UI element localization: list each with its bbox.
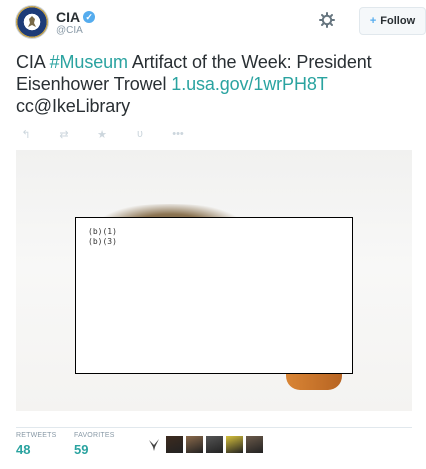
redaction-code: (b)(1) (b)(3) <box>88 227 117 246</box>
bird-avatar[interactable] <box>146 435 163 453</box>
user-handle[interactable]: @CIA <box>56 25 83 36</box>
reply-icon[interactable]: ↰ <box>16 127 36 141</box>
display-name[interactable]: CIA <box>56 9 80 25</box>
user-avatar-5[interactable] <box>246 435 263 453</box>
tweet-text-start: CIA <box>16 52 50 72</box>
tweet-header: CIA ✓ @CIA + Follow <box>16 6 426 38</box>
user-avatar-4[interactable] <box>226 435 243 453</box>
retweets-count: 48 <box>16 442 31 457</box>
star-icon[interactable]: ★ <box>92 127 112 141</box>
favoriters-list <box>146 435 263 453</box>
redaction-box: (b)(1) (b)(3) <box>75 217 353 374</box>
eagle-icon <box>28 16 36 27</box>
user-avatar-1[interactable] <box>166 435 183 453</box>
follow-label: Follow <box>380 15 416 27</box>
tweet-text-end: cc@IkeLibrary <box>16 96 131 116</box>
favorites-label: FAVORITES <box>74 432 115 439</box>
retweets-stat[interactable]: RETWEETS 48 <box>16 432 57 457</box>
retweet-icon[interactable]: ⇄ <box>54 127 74 141</box>
verified-icon: ✓ <box>83 11 96 23</box>
favorites-count: 59 <box>74 442 89 457</box>
hashtag-link[interactable]: #Museum <box>50 52 128 72</box>
user-avatar-3[interactable] <box>206 435 223 453</box>
divider <box>16 427 412 428</box>
tweet-text: CIA #Museum Artifact of the Week: Presid… <box>16 51 414 117</box>
vine-icon[interactable]: ʋ <box>130 127 150 141</box>
cia-avatar[interactable] <box>16 6 48 38</box>
user-avatar-2[interactable] <box>186 435 203 453</box>
more-icon[interactable]: ••• <box>168 127 188 141</box>
add-person-icon: + <box>369 15 377 27</box>
follow-button[interactable]: + Follow <box>359 7 426 35</box>
favorites-stat[interactable]: FAVORITES 59 <box>74 432 115 457</box>
url-link[interactable]: 1.usa.gov/1wrPH8T <box>171 74 327 94</box>
gear-icon[interactable] <box>319 12 335 28</box>
tweet-actions: ↰ ⇄ ★ ʋ ••• <box>16 127 206 141</box>
name-row: CIA ✓ <box>56 9 96 25</box>
retweets-label: RETWEETS <box>16 432 57 439</box>
media-image[interactable]: (b)(1) (b)(3) <box>16 150 412 411</box>
